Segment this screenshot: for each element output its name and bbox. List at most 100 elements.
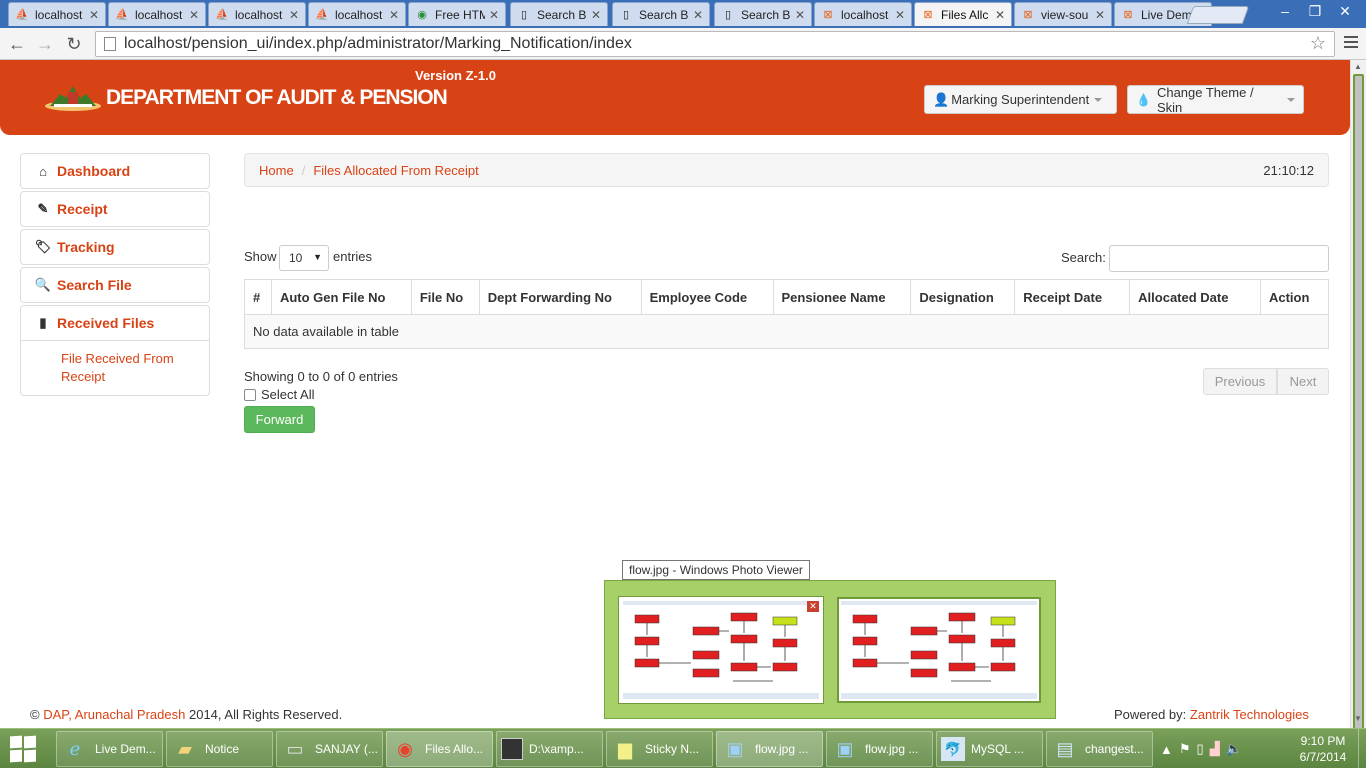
close-icon[interactable]: ✕ — [289, 8, 299, 22]
taskbar-item-mysql[interactable]: 🐬 MySQL ... — [936, 731, 1043, 767]
browser-tab[interactable]: ◉ Free HTM ✕ — [408, 2, 506, 26]
show-desktop-button[interactable] — [1358, 729, 1366, 768]
taskbar-item-label: SANJAY (... — [315, 742, 378, 756]
forward-arrow-icon[interactable]: → — [34, 34, 56, 54]
close-icon[interactable]: ✕ — [189, 8, 199, 22]
taskbar-item-label: MySQL ... — [971, 742, 1024, 756]
pma-icon: ⛵ — [215, 9, 229, 21]
table-row: No data available in table — [244, 314, 1329, 349]
column-header[interactable]: Designation — [910, 279, 1016, 315]
column-header[interactable]: # — [244, 279, 272, 315]
close-icon[interactable]: ✕ — [693, 8, 703, 22]
sidebar-item-search-file[interactable]: 🔍 Search File — [20, 267, 210, 303]
breadcrumb: Home / Files Allocated From Receipt 21:1… — [244, 153, 1329, 187]
close-icon[interactable]: ✕ — [1095, 8, 1105, 22]
volume-icon[interactable]: 🔈 — [1226, 741, 1242, 757]
windows-start-icon[interactable] — [6, 734, 40, 764]
scroll-up-icon[interactable]: ▲ — [1354, 62, 1362, 71]
select-all-control[interactable]: Select All — [244, 387, 314, 402]
column-header[interactable]: Allocated Date — [1129, 279, 1261, 315]
window-thumbnail[interactable] — [837, 597, 1041, 703]
close-icon[interactable]: ✕ — [995, 8, 1005, 22]
close-icon[interactable]: ✕ — [389, 8, 399, 22]
close-icon[interactable]: ✕ — [591, 8, 601, 22]
next-page-button[interactable]: Next — [1277, 368, 1329, 395]
close-icon[interactable]: ✕ — [895, 8, 905, 22]
powered-by-link[interactable]: Zantrik Technologies — [1190, 707, 1309, 722]
address-bar[interactable]: localhost/pension_ui/index.php/administr… — [95, 31, 1335, 57]
xampp-icon: ⊠ — [1023, 9, 1033, 21]
column-header[interactable]: Dept Forwarding No — [478, 279, 642, 315]
close-icon[interactable]: ✕ — [89, 8, 99, 22]
taskbar-item-chrome[interactable]: ◉ Files Allo... — [386, 731, 493, 767]
column-header[interactable]: File No — [410, 279, 480, 315]
show-hidden-icons-icon[interactable]: ▲ — [1160, 742, 1173, 757]
reload-icon[interactable]: ↻ — [63, 34, 85, 54]
taskbar-item-cmd[interactable]: D:\xamp... — [496, 731, 603, 767]
new-tab-button[interactable] — [1186, 6, 1250, 24]
taskbar-item-photo-viewer[interactable]: ▣ flow.jpg ... — [716, 731, 823, 767]
taskbar-clock[interactable]: 9:10 PM 6/7/2014 — [1296, 733, 1350, 765]
sidebar-submenu: File Received From Receipt — [20, 340, 210, 396]
browser-tab[interactable]: ⊠ localhost ✕ — [814, 2, 912, 26]
tags-icon: 🏷 — [34, 239, 52, 254]
minimize-icon[interactable]: – — [1270, 2, 1300, 20]
taskbar-item-notepad[interactable]: ▤ changest... — [1046, 731, 1153, 767]
search-label: Search: — [1061, 250, 1106, 265]
forward-button[interactable]: Forward — [244, 406, 315, 433]
column-header[interactable]: Receipt Date — [1014, 279, 1131, 315]
sidebar-item-dashboard[interactable]: ⌂ Dashboard — [20, 153, 210, 189]
folder-icon: ▰ — [178, 738, 192, 759]
theme-dropdown-button[interactable]: 💧 Change Theme / Skin — [1127, 84, 1304, 115]
browser-tab[interactable]: ⊠ view-sou ✕ — [1014, 2, 1112, 26]
previous-page-button[interactable]: Previous — [1203, 368, 1277, 395]
page-scrollbar[interactable]: ▲ ▼ — [1350, 60, 1366, 736]
user-dropdown-button[interactable]: 👤 Marking Superintendent — [924, 85, 1117, 114]
sidebar-item-received-files[interactable]: ▮ Received Files — [20, 305, 210, 341]
browser-tab-active[interactable]: ⊠ Files Allc ✕ — [914, 2, 1012, 26]
pencil-icon: ✎ — [37, 201, 49, 216]
taskbar-item-photo-viewer[interactable]: ▣ flow.jpg ... — [826, 731, 933, 767]
taskbar-item-sanjay[interactable]: ▭ SANJAY (... — [276, 731, 383, 767]
browser-tab[interactable]: ▯ Search B ✕ — [612, 2, 710, 26]
browser-tab[interactable]: ▯ Search B ✕ — [714, 2, 812, 26]
browser-tab[interactable]: ⛵ localhost ✕ — [208, 2, 306, 26]
back-arrow-icon[interactable]: ← — [6, 34, 28, 54]
sidebar-item-tracking[interactable]: 🏷 Tracking — [20, 229, 210, 265]
scrollbar-thumb[interactable] — [1353, 74, 1364, 736]
entries-length-select[interactable]: 10 ▼ — [279, 245, 329, 271]
restore-icon[interactable]: ❐ — [1300, 2, 1330, 20]
browser-tab[interactable]: ⛵ localhost ✕ — [8, 2, 106, 26]
org-link[interactable]: DAP, Arunachal Pradesh — [43, 707, 185, 722]
browser-tab[interactable]: ⛵ localhost ✕ — [108, 2, 206, 26]
theme-button-label: Change Theme / Skin — [1156, 84, 1254, 115]
column-header[interactable]: Action — [1259, 279, 1330, 315]
breadcrumb-home-link[interactable]: Home — [259, 163, 294, 178]
close-icon[interactable]: ✕ — [489, 8, 499, 22]
taskbar-item-ie[interactable]: ℯ Live Dem... — [56, 731, 163, 767]
breadcrumb-current[interactable]: Files Allocated From Receipt — [313, 163, 478, 178]
scroll-down-icon[interactable]: ▼ — [1354, 714, 1362, 723]
browser-tab[interactable]: ▯ Search B ✕ — [510, 2, 608, 26]
select-all-checkbox[interactable] — [244, 388, 256, 401]
close-icon[interactable]: ✕ — [807, 601, 819, 612]
table-search-input[interactable] — [1109, 245, 1329, 272]
close-icon[interactable]: ✕ — [795, 8, 805, 22]
column-header[interactable]: Auto Gen File No — [270, 279, 412, 315]
bookmark-star-icon[interactable]: ☆ — [1310, 33, 1326, 54]
close-window-icon[interactable]: ✕ — [1330, 2, 1360, 20]
network-icon[interactable]: ▟ — [1210, 741, 1220, 757]
taskbar-item-notice[interactable]: ▰ Notice — [166, 731, 273, 767]
battery-icon[interactable]: ▯ — [1197, 741, 1204, 757]
sidebar-subitem-file-received[interactable]: File Received From Receipt — [61, 350, 201, 386]
column-header[interactable]: Pensionee Name — [772, 279, 912, 315]
sidebar-item-receipt[interactable]: ✎ Receipt — [20, 191, 210, 227]
taskbar-item-sticky-notes[interactable]: ▆ Sticky N... — [606, 731, 713, 767]
action-center-flag-icon[interactable]: ⚑ — [1179, 741, 1191, 757]
tab-label: localhost — [841, 7, 889, 22]
browser-tab[interactable]: ⛵ localhost ✕ — [308, 2, 406, 26]
window-thumbnail[interactable]: ✕ — [618, 596, 824, 704]
menu-icon[interactable] — [1344, 36, 1358, 50]
column-header[interactable]: Employee Code — [640, 279, 774, 315]
taskbar-time: 9:10 PM — [1300, 734, 1346, 748]
